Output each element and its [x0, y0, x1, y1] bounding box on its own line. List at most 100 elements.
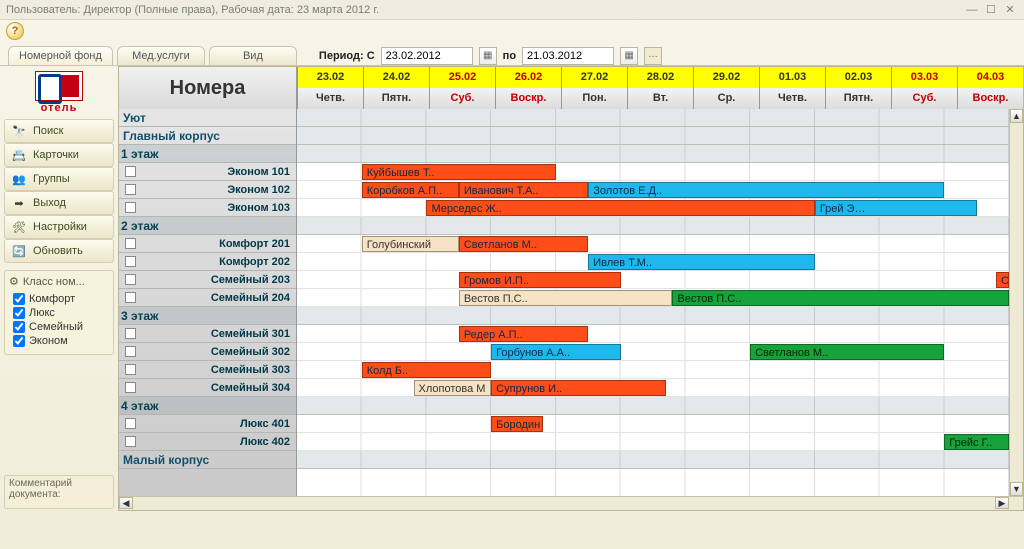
date-header[interactable]: 01.03 [759, 67, 825, 88]
room-class-filter: ⚙ Класс ном... КомфортЛюксСемейныйЭконом [4, 270, 114, 355]
scroll-down-icon[interactable]: ▼ [1010, 482, 1023, 496]
booking-bar[interactable]: Иванович Т.А.. [459, 182, 588, 198]
filter-item[interactable]: Семейный [9, 320, 109, 334]
filter-checkbox[interactable] [13, 335, 25, 347]
search-button[interactable]: 🔭Поиск [4, 119, 114, 143]
date-header[interactable]: 29.02 [693, 67, 759, 88]
booking-bar[interactable]: Грейс Г.. [944, 434, 1009, 450]
groups-button-label: Группы [33, 173, 70, 185]
cards-button-label: Карточки [33, 149, 79, 161]
date-header[interactable]: 28.02 [627, 67, 693, 88]
room-label[interactable]: Комфорт 201 [119, 235, 296, 253]
date-header[interactable]: 24.02 [363, 67, 429, 88]
filter-item[interactable]: Комфорт [9, 292, 109, 306]
document-comment[interactable]: Комментарий документа: [4, 475, 114, 509]
booking-bar[interactable]: Грей Э… [815, 200, 977, 216]
dow-header: Четв. [759, 88, 825, 109]
logo: отель [4, 68, 114, 116]
booking-bar[interactable]: Мерседес Ж.. [426, 200, 814, 216]
vertical-scrollbar[interactable]: ▲ ▼ [1009, 109, 1023, 496]
tab-1[interactable]: Мед.услуги [117, 46, 205, 65]
calendar-row: Бородин [297, 415, 1009, 433]
groups-button[interactable]: 👥Группы [4, 167, 114, 191]
exit-button-label: Выход [33, 197, 66, 209]
settings-button[interactable]: 🛠Настройки [4, 215, 114, 239]
section-label: Малый корпус [119, 451, 296, 469]
booking-bar[interactable]: Колд Б.. [362, 362, 491, 378]
date-header[interactable]: 02.03 [825, 67, 891, 88]
booking-bar[interactable]: Вестов П.С.. [459, 290, 673, 306]
date-header[interactable]: 03.03 [891, 67, 957, 88]
booking-bar[interactable]: Горбунов А.А.. [491, 344, 620, 360]
minimize-icon[interactable]: — [964, 0, 980, 20]
room-label[interactable]: Эконом 101 [119, 163, 296, 181]
calendar-from-icon[interactable]: ▦ [479, 47, 497, 65]
room-label[interactable]: Семейный 304 [119, 379, 296, 397]
scroll-right-icon[interactable]: ▶ [995, 497, 1009, 509]
calendar-row: Куйбышев Т.. [297, 163, 1009, 181]
room-label[interactable]: Семейный 203 [119, 271, 296, 289]
date-header[interactable]: 27.02 [561, 67, 627, 88]
room-label[interactable]: Семейный 204 [119, 289, 296, 307]
booking-bar[interactable]: Со [996, 272, 1009, 288]
help-icon[interactable]: ? [6, 22, 24, 40]
tab-2[interactable]: Вид [209, 46, 297, 65]
booking-bar[interactable]: Хлопотова М [414, 380, 492, 396]
filter-checkbox[interactable] [13, 293, 25, 305]
period-to-input[interactable] [522, 47, 614, 65]
calendar-row [297, 307, 1009, 325]
exit-button-icon: ➡ [11, 197, 27, 210]
tab-0[interactable]: Номерной фонд [8, 46, 113, 65]
room-label[interactable]: Семейный 303 [119, 361, 296, 379]
filter-checkbox[interactable] [13, 307, 25, 319]
calendar-row: Редер А.П.. [297, 325, 1009, 343]
date-header[interactable]: 25.02 [429, 67, 495, 88]
refresh-button[interactable]: 🔄Обновить [4, 239, 114, 263]
booking-bar[interactable]: Редер А.П.. [459, 326, 588, 342]
room-label[interactable]: Эконом 103 [119, 199, 296, 217]
calendar-row: Коробков А.П..Иванович Т.А..Золотов Е.Д.… [297, 181, 1009, 199]
booking-bar[interactable]: Бородин [491, 416, 543, 432]
booking-bar[interactable]: Светланов М.. [459, 236, 588, 252]
period-from-input[interactable] [381, 47, 473, 65]
filter-item[interactable]: Люкс [9, 306, 109, 320]
date-header[interactable]: 04.03 [957, 67, 1023, 88]
booking-bar[interactable]: Куйбышев Т.. [362, 164, 556, 180]
calendar-row: Громов И.П.. Со [297, 271, 1009, 289]
booking-bar[interactable]: Ивлев Т.М.. [588, 254, 815, 270]
room-label[interactable]: Семейный 302 [119, 343, 296, 361]
room-label[interactable]: Семейный 301 [119, 325, 296, 343]
filter-label: Люкс [29, 307, 55, 319]
booking-bar[interactable]: Коробков А.П.. [362, 182, 459, 198]
scroll-up-icon[interactable]: ▲ [1010, 109, 1023, 123]
booking-bar[interactable]: Вестов П.С.. [672, 290, 1009, 306]
filter-header[interactable]: ⚙ Класс ном... [9, 275, 109, 288]
search-button-label: Поиск [33, 125, 63, 137]
booking-bar[interactable]: Громов И.П.. [459, 272, 621, 288]
room-label[interactable]: Люкс 402 [119, 433, 296, 451]
filter-item[interactable]: Эконом [9, 334, 109, 348]
booking-bar[interactable]: Золотов Е.Д.. [588, 182, 944, 198]
close-icon[interactable]: ✕ [1002, 0, 1018, 20]
room-label[interactable]: Люкс 401 [119, 415, 296, 433]
booking-bar[interactable]: Светланов М.. [750, 344, 944, 360]
room-label[interactable]: Комфорт 202 [119, 253, 296, 271]
dow-header: Воскр. [957, 88, 1023, 109]
date-header[interactable]: 26.02 [495, 67, 561, 88]
booking-bar[interactable]: Голубинский [362, 236, 459, 252]
cards-button[interactable]: 📇Карточки [4, 143, 114, 167]
calendar-row [297, 127, 1009, 145]
exit-button[interactable]: ➡ Выход [4, 191, 114, 215]
booking-bar[interactable]: Супрунов И.. [491, 380, 666, 396]
calendar-to-icon[interactable]: ▦ [620, 47, 638, 65]
filter-gear-icon: ⚙ [9, 275, 19, 288]
filter-checkbox[interactable] [13, 321, 25, 333]
date-header[interactable]: 23.02 [297, 67, 363, 88]
horizontal-scrollbar[interactable]: ◀ ▶ [119, 496, 1023, 510]
period-more-button[interactable]: … [644, 47, 662, 65]
window-title: Пользователь: Директор (Полные права), Р… [6, 0, 379, 19]
maximize-icon[interactable]: ☐ [983, 0, 999, 20]
room-label[interactable]: Эконом 102 [119, 181, 296, 199]
scroll-left-icon[interactable]: ◀ [119, 497, 133, 509]
calendar-row: Ивлев Т.М.. [297, 253, 1009, 271]
